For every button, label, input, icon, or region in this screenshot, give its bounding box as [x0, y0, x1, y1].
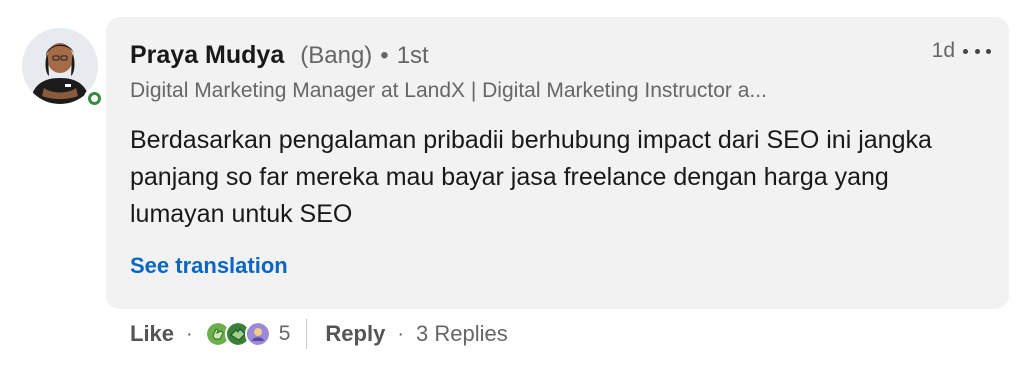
comment-timestamp: 1d — [931, 39, 955, 62]
actions-dot: · — [186, 322, 193, 345]
author-avatar-wrap[interactable] — [22, 28, 104, 108]
replies-dot: · — [397, 322, 404, 345]
presence-ring-icon — [87, 91, 101, 105]
more-options-icon[interactable] — [963, 41, 991, 61]
header-separator: • — [380, 42, 389, 69]
like-button[interactable]: Like — [130, 321, 174, 347]
insightful-reaction-icon — [244, 321, 271, 347]
author-pronoun: (Bang) — [300, 42, 373, 69]
actions-divider — [306, 319, 308, 349]
see-translation-link[interactable]: See translation — [130, 253, 288, 279]
author-headline: Digital Marketing Manager at LandX | Dig… — [130, 79, 767, 102]
view-replies-link[interactable]: 3 Replies — [416, 321, 508, 347]
comment-meta: 1d — [932, 39, 991, 63]
reaction-count[interactable]: 5 — [279, 322, 291, 346]
connection-degree: 1st — [396, 42, 429, 69]
reactions-summary[interactable] — [204, 321, 271, 347]
comment-actions: Like · 5 Reply · 3 Replies — [130, 318, 508, 350]
comment-bubble: Praya Mudya (Bang) • 1st 1d Digital Mark… — [106, 17, 1009, 309]
author-header: Praya Mudya (Bang) • 1st — [130, 41, 429, 70]
online-status-indicator — [84, 88, 104, 108]
reply-button[interactable]: Reply — [325, 321, 385, 347]
author-name[interactable]: Praya Mudya — [130, 41, 284, 70]
comment-text: Berdasarkan pengalaman pribadii berhubun… — [130, 126, 932, 228]
